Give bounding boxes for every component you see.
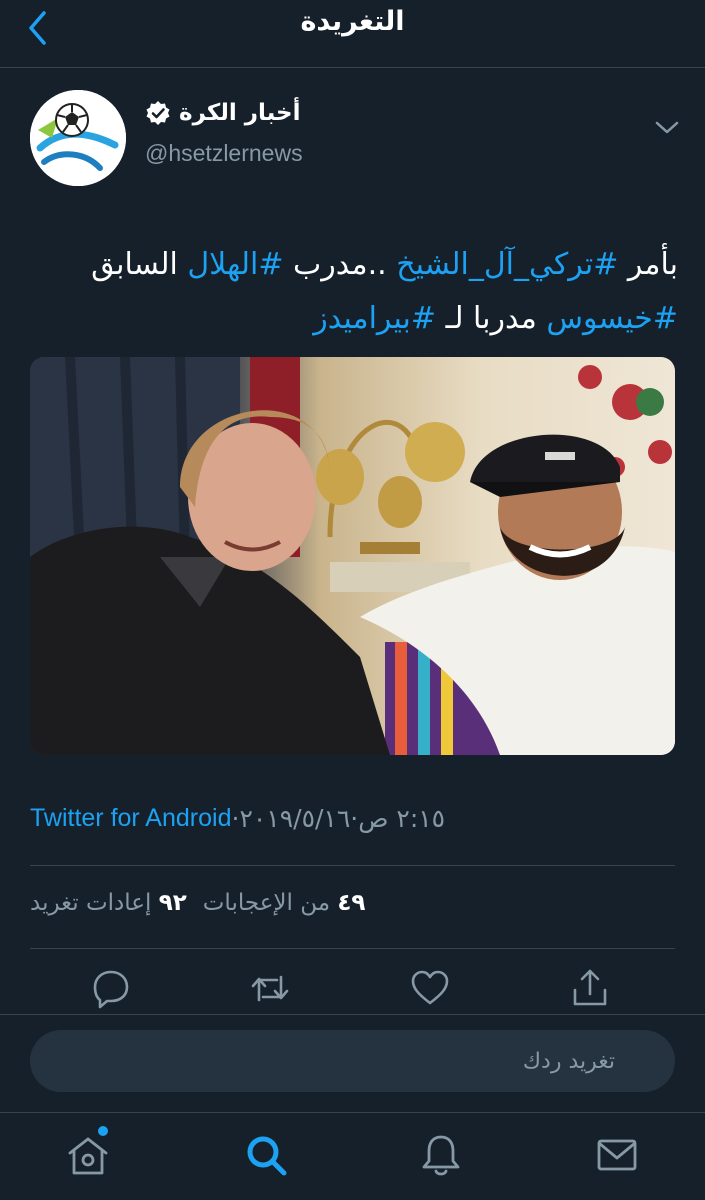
tweet-author: أخبار الكرة @hsetzlernews: [0, 90, 705, 190]
text-segment: بأمر: [618, 247, 678, 282]
share-icon: [573, 969, 607, 1006]
reply-icon: [93, 970, 129, 1009]
soccer-ball-logo: [30, 90, 126, 186]
tweet-date: ٢٠١٩/٥/١٦: [239, 804, 351, 833]
tweet-photo[interactable]: [30, 357, 675, 755]
likes-count: ٤٩: [337, 890, 366, 916]
tweet-actions: [0, 966, 705, 1016]
verified-badge-icon: [146, 101, 170, 125]
reply-button[interactable]: [91, 966, 131, 1010]
hashtag-link[interactable]: #الهلال: [187, 247, 283, 282]
separator-dot: ·: [231, 804, 240, 833]
retweet-button[interactable]: [250, 966, 290, 1010]
retweets-count: ٩٢: [158, 890, 187, 916]
chevron-down-icon: [655, 121, 679, 134]
tab-search[interactable]: [242, 1131, 290, 1179]
source-link[interactable]: Twitter for Android: [30, 804, 231, 833]
page-title: التغريدة: [300, 6, 405, 37]
tab-messages[interactable]: [593, 1131, 641, 1179]
retweets-label: إعادات تغريد: [30, 890, 152, 916]
separator-dot: ·: [350, 804, 359, 833]
name-row: أخبار الكرة: [145, 100, 301, 126]
photo-illustration: [30, 357, 675, 755]
home-icon: [68, 1137, 108, 1175]
user-handle[interactable]: @hsetzlernews: [145, 140, 303, 167]
likes-stat[interactable]: ٤٩ من الإعجابات: [203, 890, 366, 916]
tweet-line-2: #خيسوس مدربا لـ #بيراميدز: [28, 292, 678, 346]
hashtag-link[interactable]: #تركي_آل_الشيخ: [396, 247, 618, 282]
divider: [30, 948, 675, 949]
display-name[interactable]: أخبار الكرة: [179, 100, 301, 126]
retweets-stat[interactable]: ٩٢ إعادات تغريد: [30, 890, 187, 916]
tweet-text: بأمر #تركي_آل_الشيخ ..مدرب #الهلال الساب…: [28, 238, 678, 346]
mail-icon: [597, 1139, 637, 1171]
hashtag-link[interactable]: #بيراميدز: [313, 301, 436, 336]
retweet-icon: [251, 975, 289, 1002]
bell-icon: [422, 1135, 460, 1176]
divider: [30, 865, 675, 866]
top-bar: التغريدة: [0, 0, 705, 68]
heart-icon: [411, 970, 449, 1005]
hashtag-link[interactable]: #خيسوس: [546, 301, 678, 336]
avatar[interactable]: [30, 90, 126, 186]
likes-label: من الإعجابات: [202, 890, 331, 916]
bottom-tab-bar: [0, 1112, 705, 1200]
text-segment: السابق: [91, 247, 188, 282]
reply-input[interactable]: [50, 1048, 615, 1074]
tweet-metadata: Twitter for Android · ٢٠١٩/٥/١٦ · ٢:١٥ ص: [30, 804, 445, 833]
tweet-menu-button[interactable]: [652, 112, 682, 142]
tab-home[interactable]: [64, 1131, 112, 1179]
tweet-time: ٢:١٥ ص: [358, 804, 446, 833]
share-button[interactable]: [570, 966, 610, 1010]
notification-dot: [98, 1126, 108, 1136]
tweet-stats: ٤٩ من الإعجابات ٩٢ إعادات تغريد: [30, 890, 365, 916]
like-button[interactable]: [410, 966, 450, 1010]
text-segment: ..مدرب: [283, 247, 397, 282]
text-segment: مدربا لـ: [436, 301, 547, 336]
reply-box[interactable]: [30, 1030, 675, 1092]
search-icon: [247, 1136, 287, 1176]
tweet-line-1: بأمر #تركي_آل_الشيخ ..مدرب #الهلال الساب…: [28, 238, 678, 292]
tab-notifications[interactable]: [417, 1131, 465, 1179]
divider: [0, 1014, 705, 1015]
